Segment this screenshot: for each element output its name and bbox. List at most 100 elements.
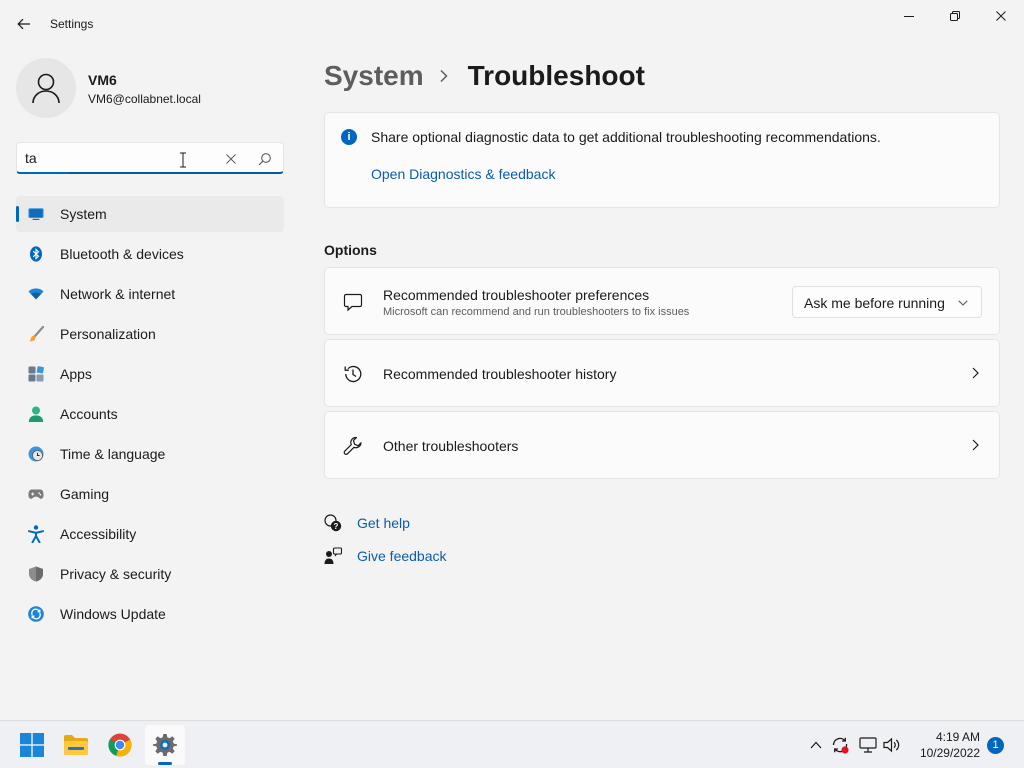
troubleshooter-preference-dropdown[interactable]: Ask me before running	[792, 286, 982, 318]
show-hidden-icons-button[interactable]	[806, 735, 826, 755]
sidebar-item-label: Personalization	[60, 326, 156, 342]
dropdown-selected-value: Ask me before running	[804, 295, 945, 311]
sync-status-button[interactable]	[830, 735, 850, 755]
restore-icon	[950, 11, 960, 21]
clock-time: 4:19 AM	[935, 730, 980, 744]
user-profile[interactable]: VM6 VM6@collabnet.local	[16, 58, 286, 118]
options-heading: Options	[324, 242, 377, 258]
clock[interactable]: 4:19 AM 10/29/2022	[912, 729, 980, 761]
chat-bubble-icon	[343, 292, 363, 312]
sidebar-item-apps[interactable]: Apps	[16, 356, 284, 392]
taskbar: 4:19 AM 10/29/2022 1	[0, 720, 1024, 768]
row-subtitle: Microsoft can recommend and run troubles…	[383, 306, 690, 318]
get-help-label: Get help	[357, 515, 410, 531]
system-icon	[28, 206, 44, 222]
apps-icon	[28, 366, 44, 382]
sync-error-icon	[832, 737, 849, 754]
clock-date: 10/29/2022	[919, 746, 980, 760]
svg-text:?: ?	[334, 522, 339, 531]
user-email: VM6@collabnet.local	[88, 92, 201, 106]
sidebar-item-label: System	[60, 206, 107, 222]
sidebar-item-windows-update[interactable]: Windows Update	[16, 596, 284, 632]
network-status-button[interactable]	[858, 735, 878, 755]
feedback-icon	[324, 547, 342, 565]
sidebar-item-label: Apps	[60, 366, 92, 382]
person-icon	[28, 406, 44, 422]
app-title: Settings	[50, 17, 94, 31]
chrome-icon	[108, 733, 132, 757]
chevron-right-icon	[969, 366, 981, 380]
sidebar-item-gaming[interactable]: Gaming	[16, 476, 284, 512]
accessibility-icon	[28, 525, 44, 543]
gamepad-icon	[28, 486, 44, 502]
diagnostics-info-card: i Share optional diagnostic data to get …	[324, 112, 1000, 208]
get-help-link[interactable]: ? Get help	[324, 513, 410, 533]
start-button[interactable]	[12, 725, 52, 765]
history-icon	[343, 364, 363, 384]
sidebar-item-network[interactable]: Network & internet	[16, 276, 284, 312]
settings-taskbar-button[interactable]	[145, 725, 185, 765]
back-button[interactable]	[10, 12, 38, 36]
sidebar-item-label: Gaming	[60, 486, 110, 502]
volume-button[interactable]	[882, 735, 902, 755]
brush-icon	[28, 326, 44, 342]
sidebar-item-label: Bluetooth & devices	[60, 246, 184, 262]
chevron-up-icon	[810, 741, 822, 749]
give-feedback-label: Give feedback	[357, 548, 447, 564]
other-troubleshooters-row[interactable]: Other troubleshooters	[324, 411, 1000, 479]
close-icon	[996, 11, 1006, 21]
notification-badge[interactable]: 1	[987, 737, 1004, 754]
row-title: Recommended troubleshooter history	[383, 366, 617, 382]
breadcrumb-parent-link[interactable]: System	[324, 60, 424, 92]
sidebar-item-label: Time & language	[60, 446, 166, 462]
chrome-button[interactable]	[100, 725, 140, 765]
clear-icon	[226, 154, 236, 164]
avatar	[16, 58, 76, 118]
chevron-right-icon	[969, 438, 981, 452]
windows-logo-icon	[20, 733, 44, 757]
back-arrow-icon	[17, 18, 30, 30]
troubleshooter-history-row[interactable]: Recommended troubleshooter history	[324, 339, 1000, 407]
search-box[interactable]	[16, 142, 284, 174]
folder-icon	[64, 735, 88, 755]
update-icon	[28, 606, 44, 622]
troubleshooter-preferences-row: Recommended troubleshooter preferences M…	[324, 267, 1000, 335]
breadcrumb: System Troubleshoot	[324, 58, 645, 94]
row-title: Other troubleshooters	[383, 438, 519, 454]
search-button[interactable]	[255, 149, 275, 169]
file-explorer-button[interactable]	[56, 725, 96, 765]
open-diagnostics-link[interactable]: Open Diagnostics & feedback	[371, 166, 555, 182]
info-icon: i	[341, 129, 357, 145]
search-focus-accent	[19, 172, 69, 174]
gear-icon	[153, 734, 177, 756]
sidebar-item-system[interactable]: System	[16, 196, 284, 232]
minimize-button[interactable]	[886, 4, 932, 28]
sidebar-item-accessibility[interactable]: Accessibility	[16, 516, 284, 552]
close-button[interactable]	[978, 4, 1024, 28]
user-name: VM6	[88, 72, 117, 88]
restore-button[interactable]	[932, 4, 978, 28]
speaker-icon	[883, 737, 900, 753]
shield-icon	[28, 566, 44, 582]
user-avatar-icon	[32, 73, 60, 104]
sidebar-item-personalization[interactable]: Personalization	[16, 316, 284, 352]
give-feedback-link[interactable]: Give feedback	[324, 546, 447, 566]
sidebar-item-label: Privacy & security	[60, 566, 172, 582]
row-title: Recommended troubleshooter preferences	[383, 287, 650, 303]
chevron-down-icon	[957, 297, 969, 309]
clock-globe-icon	[28, 446, 44, 462]
sidebar-item-label: Windows Update	[60, 606, 166, 622]
sidebar-item-accounts[interactable]: Accounts	[16, 396, 284, 432]
sidebar-item-time-language[interactable]: Time & language	[16, 436, 284, 472]
search-icon	[258, 153, 271, 166]
title-bar: Settings	[0, 0, 1024, 48]
chevron-right-icon	[440, 69, 452, 83]
clear-search-button[interactable]	[221, 149, 241, 169]
sidebar-item-label: Network & internet	[60, 286, 176, 302]
info-text: Share optional diagnostic data to get ad…	[371, 129, 881, 145]
active-app-indicator	[158, 762, 172, 765]
sidebar-item-privacy[interactable]: Privacy & security	[16, 556, 284, 592]
wifi-icon	[28, 286, 44, 302]
wrench-icon	[343, 436, 363, 456]
sidebar-item-bluetooth[interactable]: Bluetooth & devices	[16, 236, 284, 272]
